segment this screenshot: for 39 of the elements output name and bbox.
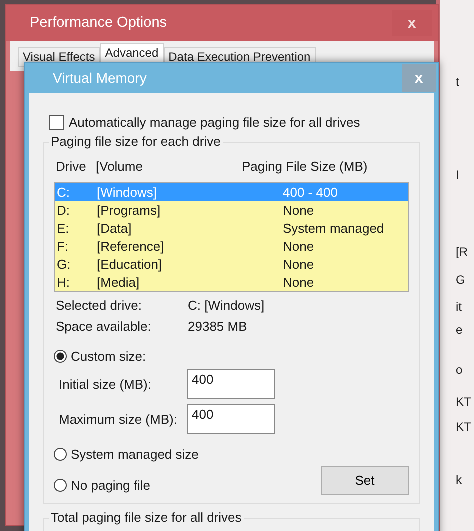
- dialog-title: Virtual Memory: [53, 70, 147, 86]
- checkbox-label: Automatically manage paging file size for all drives: [69, 115, 360, 130]
- input-field[interactable]: 400: [187, 369, 275, 399]
- column-header: Paging File Size (MB): [242, 159, 368, 174]
- window-text-fragment: o: [456, 363, 463, 377]
- radio-label: No paging file: [71, 478, 150, 492]
- column-header: [Volume: [96, 159, 144, 174]
- radio-button[interactable]: [54, 448, 67, 461]
- window-text-fragment: KT: [456, 420, 472, 434]
- drive-row[interactable]: H: [Media] None: [55, 273, 408, 291]
- drive-row[interactable]: G: [Education] None: [55, 255, 408, 273]
- radio-button[interactable]: [54, 350, 67, 363]
- window-text-fragment: [R: [456, 245, 468, 259]
- column-header: Drive: [56, 159, 88, 174]
- info-value: C: [Windows]: [188, 298, 265, 313]
- window-text-fragment: I: [456, 168, 460, 182]
- group-title: Total paging file size for all drives: [49, 510, 244, 525]
- window-title: Performance Options: [30, 15, 168, 31]
- window-text-fragment: G: [456, 273, 466, 287]
- radio-label: Custom size:: [71, 349, 146, 364]
- window-text-fragment: KT: [456, 395, 472, 409]
- field-label: Maximum size (MB):: [59, 412, 178, 426]
- drive-row[interactable]: E: [Data] System managed: [55, 219, 408, 237]
- checkbox[interactable]: [49, 115, 64, 130]
- window-text-fragment: t: [456, 75, 460, 89]
- window-text-fragment: it: [456, 300, 462, 314]
- field-label: Initial size (MB):: [59, 376, 152, 392]
- drive-row[interactable]: D: [Programs] None: [55, 201, 408, 219]
- set-button[interactable]: Set: [321, 466, 409, 495]
- radio-label: System managed size: [71, 447, 199, 462]
- drive-row[interactable]: F: [Reference] None: [55, 237, 408, 255]
- info-label: Space available:: [56, 319, 152, 334]
- info-value: 29385 MB: [188, 319, 248, 334]
- input-field[interactable]: 400: [187, 404, 275, 434]
- window-text-fragment: e: [456, 323, 463, 337]
- group-title: Paging file size for each drive: [49, 134, 223, 149]
- window-text-fragment: k: [456, 473, 462, 487]
- info-label: Selected drive:: [56, 298, 143, 313]
- radio-button[interactable]: [54, 478, 67, 492]
